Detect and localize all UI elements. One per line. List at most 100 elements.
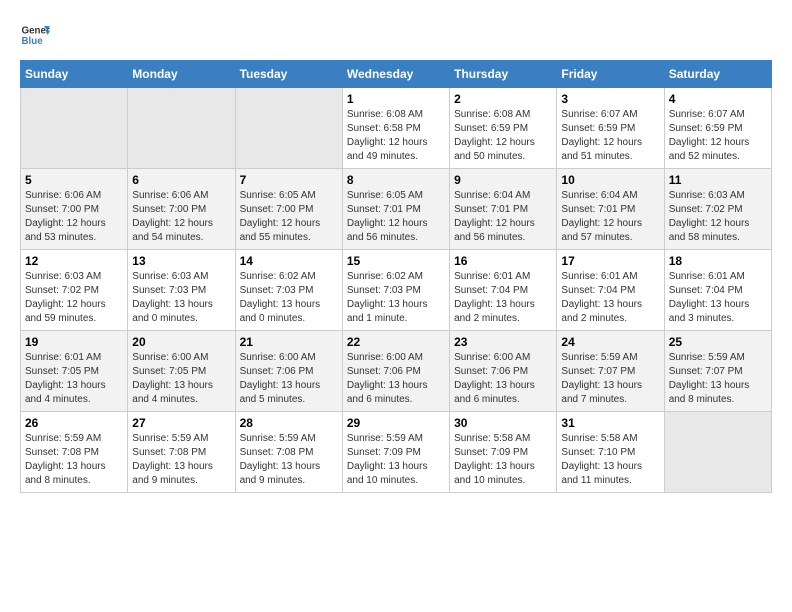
day-info: Sunrise: 6:08 AM Sunset: 6:59 PM Dayligh… — [454, 108, 552, 164]
day-number: 11 — [669, 173, 767, 187]
day-number: 4 — [669, 92, 767, 106]
logo-icon: General Blue — [20, 20, 50, 50]
day-number: 2 — [454, 92, 552, 106]
calendar-cell — [128, 88, 235, 169]
day-number: 14 — [240, 254, 338, 268]
calendar-cell: 30 Sunrise: 5:58 AM Sunset: 7:09 PM Dayli… — [450, 412, 557, 493]
calendar-cell: 19Sunrise: 6:01 AM Sunset: 7:05 PM Dayli… — [21, 331, 128, 412]
day-info: Sunrise: 6:03 AM Sunset: 7:03 PM Dayligh… — [132, 270, 230, 326]
day-info: Sunrise: 6:02 AM Sunset: 7:03 PM Dayligh… — [347, 270, 445, 326]
day-number: 20 — [132, 335, 230, 349]
calendar-cell: 2 Sunrise: 6:08 AM Sunset: 6:59 PM Daylig… — [450, 88, 557, 169]
day-number: 8 — [347, 173, 445, 187]
day-info: Sunrise: 6:00 AM Sunset: 7:06 PM Dayligh… — [240, 351, 338, 407]
calendar-cell: 16 Sunrise: 6:01 AM Sunset: 7:04 PM Dayli… — [450, 250, 557, 331]
calendar-cell: 4 Sunrise: 6:07 AM Sunset: 6:59 PM Daylig… — [664, 88, 771, 169]
day-number: 7 — [240, 173, 338, 187]
day-number: 25 — [669, 335, 767, 349]
week-row-5: 26 Sunrise: 5:59 AM Sunset: 7:08 PM Dayli… — [21, 412, 772, 493]
calendar-cell: 27 Sunrise: 5:59 AM Sunset: 7:08 PM Dayli… — [128, 412, 235, 493]
calendar-cell: 17 Sunrise: 6:01 AM Sunset: 7:04 PM Dayli… — [557, 250, 664, 331]
calendar-cell: 6 Sunrise: 6:06 AM Sunset: 7:00 PM Daylig… — [128, 169, 235, 250]
day-header-wednesday: Wednesday — [342, 61, 449, 88]
calendar-cell: 11 Sunrise: 6:03 AM Sunset: 7:02 PM Dayli… — [664, 169, 771, 250]
day-number: 24 — [561, 335, 659, 349]
day-info: Sunrise: 5:59 AM Sunset: 7:07 PM Dayligh… — [669, 351, 767, 407]
calendar-cell — [21, 88, 128, 169]
day-number: 28 — [240, 416, 338, 430]
day-info: Sunrise: 6:04 AM Sunset: 7:01 PM Dayligh… — [454, 189, 552, 245]
calendar-cell: 1 Sunrise: 6:08 AM Sunset: 6:58 PM Daylig… — [342, 88, 449, 169]
day-info: Sunrise: 6:07 AM Sunset: 6:59 PM Dayligh… — [561, 108, 659, 164]
day-info: Sunrise: 5:59 AM Sunset: 7:09 PM Dayligh… — [347, 432, 445, 488]
day-number: 10 — [561, 173, 659, 187]
day-info: Sunrise: 6:07 AM Sunset: 6:59 PM Dayligh… — [669, 108, 767, 164]
day-info: Sunrise: 6:02 AM Sunset: 7:03 PM Dayligh… — [240, 270, 338, 326]
calendar-cell: 15Sunrise: 6:02 AM Sunset: 7:03 PM Dayli… — [342, 250, 449, 331]
day-info: Sunrise: 6:01 AM Sunset: 7:04 PM Dayligh… — [454, 270, 552, 326]
day-number: 23 — [454, 335, 552, 349]
day-number: 21 — [240, 335, 338, 349]
calendar-cell: 28 Sunrise: 5:59 AM Sunset: 7:08 PM Dayli… — [235, 412, 342, 493]
day-info: Sunrise: 5:58 AM Sunset: 7:09 PM Dayligh… — [454, 432, 552, 488]
day-header-monday: Monday — [128, 61, 235, 88]
day-header-sunday: Sunday — [21, 61, 128, 88]
day-number: 3 — [561, 92, 659, 106]
day-number: 1 — [347, 92, 445, 106]
week-row-1: 1 Sunrise: 6:08 AM Sunset: 6:58 PM Daylig… — [21, 88, 772, 169]
day-number: 6 — [132, 173, 230, 187]
calendar-cell: 20 Sunrise: 6:00 AM Sunset: 7:05 PM Dayli… — [128, 331, 235, 412]
calendar-cell: 24Sunrise: 5:59 AM Sunset: 7:07 PM Dayli… — [557, 331, 664, 412]
day-header-thursday: Thursday — [450, 61, 557, 88]
day-header-saturday: Saturday — [664, 61, 771, 88]
day-info: Sunrise: 6:05 AM Sunset: 7:01 PM Dayligh… — [347, 189, 445, 245]
day-info: Sunrise: 6:06 AM Sunset: 7:00 PM Dayligh… — [132, 189, 230, 245]
day-number: 13 — [132, 254, 230, 268]
logo: General Blue — [20, 20, 50, 50]
day-info: Sunrise: 6:00 AM Sunset: 7:05 PM Dayligh… — [132, 351, 230, 407]
calendar-cell: 23 Sunrise: 6:00 AM Sunset: 7:06 PM Dayli… — [450, 331, 557, 412]
day-info: Sunrise: 6:05 AM Sunset: 7:00 PM Dayligh… — [240, 189, 338, 245]
calendar-cell: 9 Sunrise: 6:04 AM Sunset: 7:01 PM Daylig… — [450, 169, 557, 250]
calendar-cell: 12 Sunrise: 6:03 AM Sunset: 7:02 PM Dayli… — [21, 250, 128, 331]
day-number: 26 — [25, 416, 123, 430]
calendar-table: SundayMondayTuesdayWednesdayThursdayFrid… — [20, 60, 772, 493]
day-info: Sunrise: 5:59 AM Sunset: 7:08 PM Dayligh… — [132, 432, 230, 488]
week-row-2: 5 Sunrise: 6:06 AM Sunset: 7:00 PM Daylig… — [21, 169, 772, 250]
day-number: 29 — [347, 416, 445, 430]
day-info: Sunrise: 6:01 AM Sunset: 7:04 PM Dayligh… — [561, 270, 659, 326]
day-info: Sunrise: 6:00 AM Sunset: 7:06 PM Dayligh… — [454, 351, 552, 407]
calendar-cell: 8 Sunrise: 6:05 AM Sunset: 7:01 PM Daylig… — [342, 169, 449, 250]
day-info: Sunrise: 5:59 AM Sunset: 7:08 PM Dayligh… — [25, 432, 123, 488]
day-info: Sunrise: 6:01 AM Sunset: 7:04 PM Dayligh… — [669, 270, 767, 326]
day-number: 9 — [454, 173, 552, 187]
day-header-tuesday: Tuesday — [235, 61, 342, 88]
day-number: 30 — [454, 416, 552, 430]
page-header: General Blue — [20, 20, 772, 50]
calendar-cell: 26 Sunrise: 5:59 AM Sunset: 7:08 PM Dayli… — [21, 412, 128, 493]
day-number: 27 — [132, 416, 230, 430]
calendar-cell — [664, 412, 771, 493]
calendar-cell: 18Sunrise: 6:01 AM Sunset: 7:04 PM Dayli… — [664, 250, 771, 331]
calendar-cell: 31Sunrise: 5:58 AM Sunset: 7:10 PM Dayli… — [557, 412, 664, 493]
calendar-cell: 14 Sunrise: 6:02 AM Sunset: 7:03 PM Dayli… — [235, 250, 342, 331]
day-number: 12 — [25, 254, 123, 268]
day-info: Sunrise: 6:03 AM Sunset: 7:02 PM Dayligh… — [25, 270, 123, 326]
svg-text:Blue: Blue — [22, 36, 44, 47]
day-number: 22 — [347, 335, 445, 349]
day-info: Sunrise: 5:58 AM Sunset: 7:10 PM Dayligh… — [561, 432, 659, 488]
calendar-cell: 25 Sunrise: 5:59 AM Sunset: 7:07 PM Dayli… — [664, 331, 771, 412]
calendar-cell: 13 Sunrise: 6:03 AM Sunset: 7:03 PM Dayli… — [128, 250, 235, 331]
week-row-4: 19Sunrise: 6:01 AM Sunset: 7:05 PM Dayli… — [21, 331, 772, 412]
day-info: Sunrise: 6:03 AM Sunset: 7:02 PM Dayligh… — [669, 189, 767, 245]
calendar-cell: 3 Sunrise: 6:07 AM Sunset: 6:59 PM Daylig… — [557, 88, 664, 169]
calendar-cell: 10Sunrise: 6:04 AM Sunset: 7:01 PM Dayli… — [557, 169, 664, 250]
day-number: 5 — [25, 173, 123, 187]
day-info: Sunrise: 6:08 AM Sunset: 6:58 PM Dayligh… — [347, 108, 445, 164]
day-number: 16 — [454, 254, 552, 268]
header-row: SundayMondayTuesdayWednesdayThursdayFrid… — [21, 61, 772, 88]
day-info: Sunrise: 5:59 AM Sunset: 7:08 PM Dayligh… — [240, 432, 338, 488]
day-number: 17 — [561, 254, 659, 268]
day-info: Sunrise: 6:01 AM Sunset: 7:05 PM Dayligh… — [25, 351, 123, 407]
day-header-friday: Friday — [557, 61, 664, 88]
